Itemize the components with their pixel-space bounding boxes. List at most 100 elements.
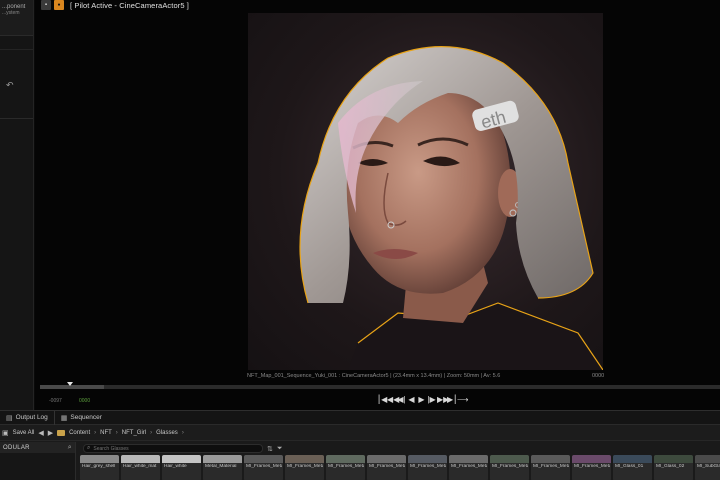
- tab-label: Output Log: [15, 414, 48, 421]
- tab-sequencer[interactable]: ▦ Sequencer: [53, 410, 108, 425]
- asset-tile[interactable]: Hair_grey_shell: [80, 455, 119, 480]
- asset-label: MI_Frames_Metal_05: [410, 464, 446, 469]
- folder-tree-header[interactable]: ODULAR ⌕: [0, 442, 75, 453]
- asset-tile[interactable]: Metal_Material: [203, 455, 242, 480]
- history-back-icon[interactable]: ◀: [38, 429, 43, 437]
- search-row: ⌕ ⇅ ⏷: [77, 442, 720, 455]
- asset-label: MI_Glass_01: [615, 464, 644, 469]
- sort-icon[interactable]: ⇅: [267, 445, 273, 453]
- breadcrumb-nft[interactable]: NFT: [100, 430, 112, 436]
- breadcrumb-nft-girl[interactable]: NFT_Girl: [122, 430, 146, 436]
- content-toolbar: ▣ Save All ◀ ▶ Content › NFT › NFT_Girl …: [0, 425, 720, 441]
- asset-tile[interactable]: MI_Frames_Metal_01: [244, 455, 283, 480]
- sequencer-icon: ▦: [60, 414, 68, 422]
- filter-icon[interactable]: ⏷: [277, 445, 283, 453]
- asset-label: Hair_white_mat: [123, 464, 157, 469]
- timeline-start-label: -0097: [49, 398, 62, 404]
- folder-tree: ODULAR ⌕: [0, 442, 76, 480]
- asset-label: MI_Frames_Metal_06: [451, 464, 487, 469]
- asset-thumbnail: [449, 455, 488, 463]
- asset-label: MI_Frames_Metal_07: [492, 464, 528, 469]
- asset-thumbnail: [613, 455, 652, 463]
- asset-thumbnail: [80, 455, 119, 463]
- search-input[interactable]: [93, 445, 254, 452]
- viewport-title: [ Pilot Active - CineCameraActor5 ]: [70, 0, 189, 10]
- asset-label: MI_Frames_Metal_01: [246, 464, 282, 469]
- undo-icon[interactable]: ↶: [6, 80, 14, 91]
- breadcrumb-glasses[interactable]: Glasses: [156, 430, 178, 436]
- divider: [0, 118, 33, 119]
- play-icon[interactable]: ▶: [417, 395, 426, 405]
- editor-window: ...ponent ...ystem ↶ ▪ ● [ Pilot Active …: [0, 0, 720, 480]
- next-key-icon[interactable]: ▶▶: [437, 395, 449, 405]
- asset-label: MI_Frames_Metal_04: [369, 464, 405, 469]
- tab-output-log[interactable]: ▤ Output Log: [0, 411, 54, 425]
- asset-thumbnail: [572, 455, 611, 463]
- asset-tile[interactable]: MI_Frames_Metal_02: [285, 455, 324, 480]
- step-back-icon[interactable]: ◀|: [397, 395, 406, 405]
- asset-tile[interactable]: MI_Frames_Metal_09: [572, 455, 611, 480]
- search-field[interactable]: ⌕: [83, 444, 263, 453]
- asset-label: Hair_grey_shell: [82, 464, 116, 469]
- prev-key-icon[interactable]: ◀◀: [387, 395, 399, 405]
- asset-label: MI_Frames_Metal_03: [328, 464, 364, 469]
- asset-tile[interactable]: MI_Frames_Metal_03: [326, 455, 365, 480]
- history-forward-icon[interactable]: ▶: [48, 429, 53, 437]
- asset-thumbnail: [244, 455, 283, 463]
- asset-tile[interactable]: MI_SubGlass_Frames: [695, 455, 720, 480]
- asset-thumbnail: [490, 455, 529, 463]
- chevron-right-icon: ›: [94, 429, 97, 436]
- asset-label: MI_Frames_Metal_02: [287, 464, 323, 469]
- asset-tile[interactable]: Hair_white: [162, 455, 201, 480]
- bottom-dock: ▤ Output Log ▦ Sequencer ▣ Save All ◀ ▶ …: [0, 410, 720, 480]
- asset-label: MI_Frames_Metal_08: [533, 464, 569, 469]
- dock-tabs: ▤ Output Log ▦ Sequencer: [0, 410, 720, 425]
- save-all-button[interactable]: Save All: [13, 430, 35, 436]
- asset-label: MI_Glass_02: [656, 464, 685, 469]
- asset-tile[interactable]: MI_Frames_Metal_05: [408, 455, 447, 480]
- content-browser: ODULAR ⌕ ⌕ ⇅ ⏷ Hair_grey_shell Hair_white…: [0, 442, 720, 480]
- chevron-right-icon: ›: [150, 429, 153, 436]
- asset-thumbnail: [203, 455, 242, 463]
- asset-thumbnail: [695, 455, 720, 463]
- asset-tile[interactable]: MI_Frames_Metal_06: [449, 455, 488, 480]
- asset-thumbnail: [285, 455, 324, 463]
- search-icon[interactable]: ⌕: [68, 444, 72, 452]
- asset-thumbnail: [367, 455, 406, 463]
- to-end-icon[interactable]: ▶⎮: [447, 395, 457, 405]
- folder-tree-title: ODULAR: [3, 444, 30, 451]
- asset-thumbnail: [531, 455, 570, 463]
- frame-number: 0000: [592, 373, 605, 379]
- log-icon: ▤: [6, 414, 13, 422]
- step-forward-icon[interactable]: |▶: [427, 395, 436, 405]
- transport-controls: ⎮◀ ◀◀ ◀| ◀ ▶ |▶ ▶▶ ▶⎮ ⟶: [377, 395, 468, 405]
- asset-thumbnail: [121, 455, 160, 463]
- to-start-icon[interactable]: ⎮◀: [377, 395, 387, 405]
- asset-tile[interactable]: MI_Glass_01: [613, 455, 652, 480]
- pilot-badge-icon[interactable]: ●: [54, 0, 64, 10]
- asset-tile[interactable]: MI_Frames_Metal_07: [490, 455, 529, 480]
- asset-tile[interactable]: MI_Frames_Metal_08: [531, 455, 570, 480]
- play-reverse-icon[interactable]: ◀: [407, 395, 416, 405]
- camera-info: NFT_Map_001_Sequence_Yuki_001 : CineCame…: [247, 373, 501, 379]
- viewport[interactable]: ▪ ● [ Pilot Active - CineCameraActor5 ]: [35, 0, 720, 410]
- asset-tile[interactable]: Hair_white_mat: [121, 455, 160, 480]
- asset-label: MI_Frames_Metal_09: [574, 464, 610, 469]
- asset-thumbnail: [162, 455, 201, 463]
- save-icon: ▣: [2, 429, 9, 437]
- asset-view: ⌕ ⇅ ⏷ Hair_grey_shellHair_white_matHair_…: [77, 442, 720, 480]
- asset-label: Hair_white: [164, 464, 187, 469]
- asset-grid: Hair_grey_shell Hair_white_mat Hair_white M…: [80, 455, 720, 480]
- breadcrumb-content[interactable]: Content: [69, 430, 90, 436]
- playhead[interactable]: [67, 382, 73, 386]
- asset-tile[interactable]: MI_Frames_Metal_04: [367, 455, 406, 480]
- asset-tile[interactable]: MI_Glass_02: [654, 455, 693, 480]
- asset-thumbnail: [326, 455, 365, 463]
- component-item[interactable]: ...ponent ...ystem: [0, 0, 33, 36]
- camera-frame[interactable]: eth: [248, 13, 603, 370]
- loop-icon[interactable]: ⟶: [457, 395, 468, 405]
- system-label: ...ystem: [2, 10, 20, 16]
- timeline-scrubber[interactable]: [40, 385, 720, 389]
- camera-icon[interactable]: ▪: [41, 0, 51, 10]
- divider: [0, 36, 33, 50]
